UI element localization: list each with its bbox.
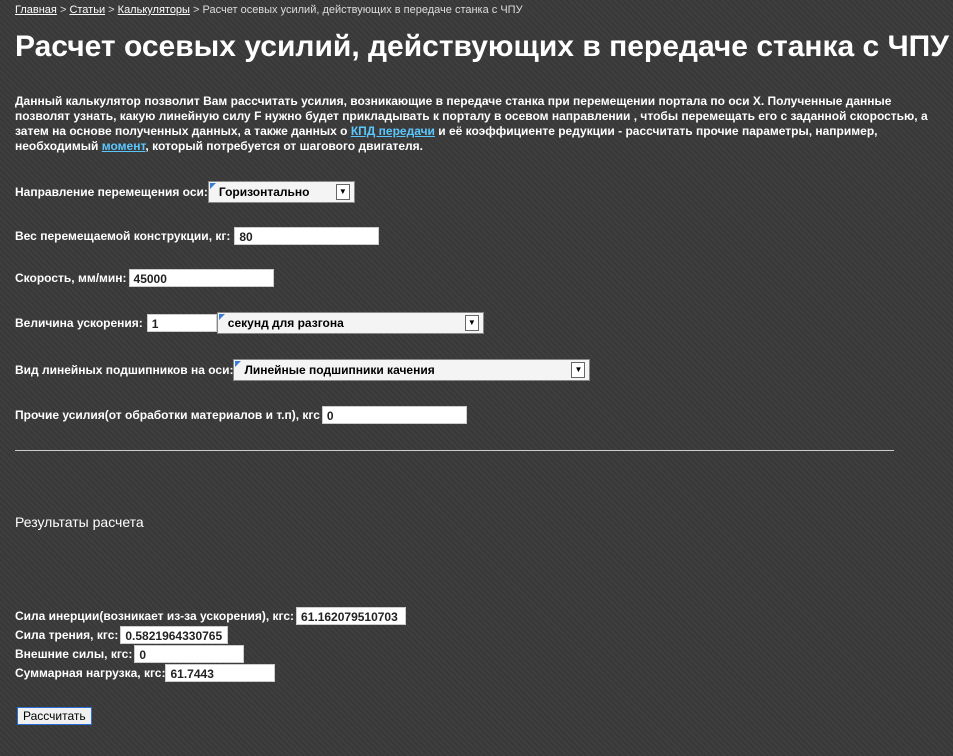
breadcrumb: Главная > Статьи > Калькуляторы > Расчет…	[15, 4, 523, 16]
other-forces-label: Прочие усилия(от обработки материалов и …	[15, 408, 320, 422]
friction-output[interactable]: 0.5821964330765	[120, 626, 229, 644]
bearings-label: Вид линейных подшипников на оси:	[15, 363, 234, 377]
result-inertia-row: Сила инерции(возникает из-за ускорения),…	[15, 607, 407, 625]
intro-text: Данный калькулятор позволит Вам рассчита…	[15, 94, 940, 154]
inertia-label: Сила инерции(возникает из-за ускорения),…	[15, 609, 295, 623]
external-output[interactable]: 0	[134, 645, 245, 663]
bearings-row: Вид линейных подшипников на оси: Линейны…	[15, 359, 591, 381]
torque-link[interactable]: момент	[102, 139, 146, 153]
speed-input[interactable]: 45000	[128, 269, 274, 287]
acceleration-row: Величина ускорения: 1 секунд для разгона…	[15, 312, 484, 334]
acceleration-input[interactable]: 1	[146, 314, 217, 332]
external-label: Внешние силы, кгс:	[15, 647, 133, 661]
result-friction-row: Сила трения, кгс: 0.5821964330765	[15, 626, 229, 644]
acceleration-unit-value: секунд для разгона	[227, 316, 344, 330]
breadcrumb-link-home[interactable]: Главная	[15, 4, 57, 16]
results-title: Результаты расчета	[15, 514, 144, 530]
page-title: Расчет осевых усилий, действующих в пере…	[15, 30, 949, 63]
other-forces-row: Прочие усилия(от обработки материалов и …	[15, 406, 467, 424]
total-label: Суммарная нагрузка, кгс:	[15, 666, 166, 680]
friction-label: Сила трения, кгс:	[15, 628, 119, 642]
breadcrumb-separator: >	[193, 4, 200, 16]
acceleration-label: Величина ускорения:	[15, 316, 143, 330]
speed-label: Скорость, мм/мин:	[15, 271, 127, 285]
other-forces-input[interactable]: 0	[321, 406, 467, 424]
speed-row: Скорость, мм/мин: 45000	[15, 269, 274, 287]
divider	[15, 450, 894, 451]
weight-input[interactable]: 80	[234, 227, 380, 245]
chevron-down-icon: ▼	[571, 362, 586, 378]
inertia-output[interactable]: 61.162079510703	[296, 607, 407, 625]
result-total-row: Суммарная нагрузка, кгс: 61.7443	[15, 664, 276, 682]
chevron-down-icon: ▼	[464, 315, 479, 331]
bearings-select-value: Линейные подшипники качения	[244, 363, 435, 377]
calculate-button[interactable]: Рассчитать	[17, 707, 92, 725]
breadcrumb-separator: >	[108, 4, 115, 16]
chevron-down-icon: ▼	[335, 184, 350, 200]
direction-label: Направление перемещения оси:	[15, 185, 208, 199]
breadcrumb-link-calculators[interactable]: Калькуляторы	[118, 4, 190, 16]
breadcrumb-current: Расчет осевых усилий, действующих в пере…	[202, 4, 523, 16]
direction-select[interactable]: Горизонтально ▼	[207, 181, 355, 203]
breadcrumb-separator: >	[59, 4, 67, 16]
efficiency-link[interactable]: КПД передачи	[351, 124, 435, 138]
intro-text-part: , который потребуется от шагового двигат…	[145, 139, 424, 153]
weight-label: Вес перемещаемой конструкции, кг:	[15, 229, 231, 243]
direction-select-value: Горизонтально	[218, 185, 310, 199]
result-external-row: Внешние силы, кгс: 0	[15, 645, 245, 663]
direction-row: Направление перемещения оси: Горизонталь…	[15, 181, 355, 203]
breadcrumb-link-articles[interactable]: Статьи	[69, 4, 105, 16]
total-output[interactable]: 61.7443	[165, 664, 276, 682]
bearings-select[interactable]: Линейные подшипники качения ▼	[233, 359, 591, 381]
weight-row: Вес перемещаемой конструкции, кг: 80	[15, 227, 380, 245]
acceleration-unit-select[interactable]: секунд для разгона ▼	[216, 312, 484, 334]
